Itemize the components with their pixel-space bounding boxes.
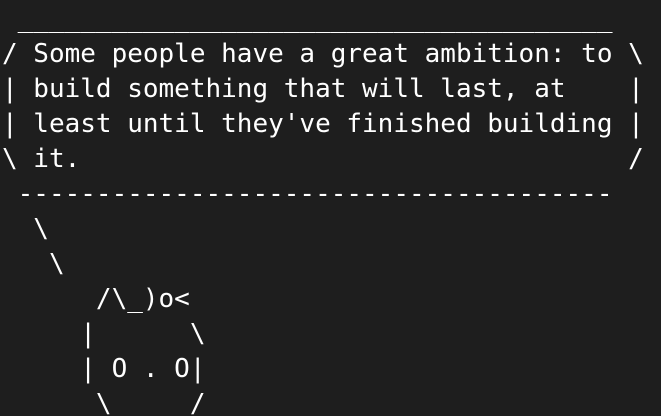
owl-art-line-4: \_____/: [2, 389, 206, 416]
owl-art-line-1: /\_)o<: [2, 284, 190, 314]
terminal-window[interactable]: ______________________________________ / …: [0, 0, 661, 416]
speech-bubble-line-3: | least until they've finished building …: [2, 109, 644, 139]
speech-bubble-line-2: | build something that will last, at |: [2, 74, 644, 104]
cowsay-output: ______________________________________ / …: [2, 2, 644, 416]
speech-tail-2: \: [2, 249, 65, 279]
speech-bubble-bottom-border: --------------------------------------: [2, 179, 613, 209]
speech-bubble-top-border: ______________________________________: [2, 4, 613, 34]
owl-art-line-2: | \: [2, 319, 206, 349]
speech-bubble-line-4: \ it. /: [2, 144, 644, 174]
speech-bubble-line-1: / Some people have a great ambition: to …: [2, 39, 644, 69]
owl-art-line-3: | O . O|: [2, 354, 206, 384]
speech-tail-1: \: [2, 214, 49, 244]
